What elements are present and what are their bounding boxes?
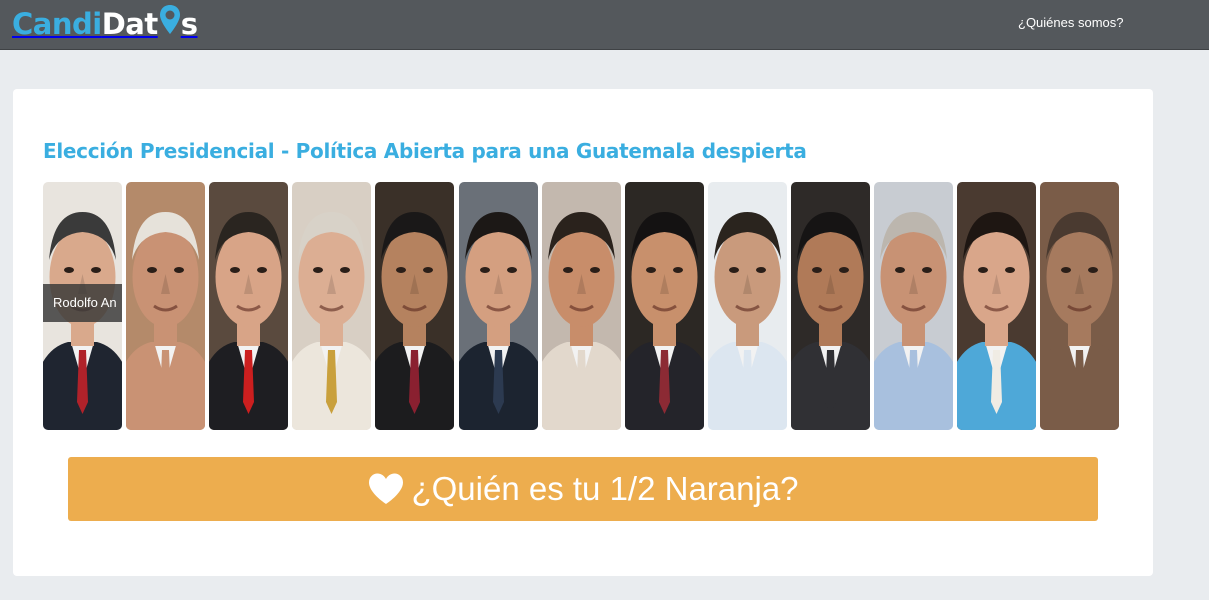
logo-text-candi: Candi <box>12 7 102 41</box>
main-card: Elección Presidencial - Política Abierta… <box>13 89 1153 576</box>
candidate-photo[interactable] <box>791 182 870 430</box>
candidate-photo[interactable] <box>459 182 538 430</box>
candidate-portrait <box>375 182 454 430</box>
candidate-photo[interactable] <box>375 182 454 430</box>
candidate-portrait <box>292 182 371 430</box>
candidate-portrait <box>1040 182 1119 430</box>
heart-icon <box>369 473 404 504</box>
candidate-portrait <box>209 182 288 430</box>
candidate-photo[interactable]: Rodolfo An <box>43 182 122 430</box>
candidate-photo[interactable] <box>1040 182 1119 430</box>
nav-link-about[interactable]: ¿Quiénes somos? <box>1018 15 1124 30</box>
candidate-portrait <box>126 182 205 430</box>
match-quiz-button[interactable]: ¿Quién es tu 1/2 Naranja? <box>68 457 1098 521</box>
navbar: Candi Dat s ¿Quiénes somos? <box>0 0 1209 50</box>
candidate-photo[interactable] <box>126 182 205 430</box>
candidate-photo[interactable] <box>874 182 953 430</box>
logo-text-dat: Dat <box>101 7 159 41</box>
candidate-photo[interactable] <box>542 182 621 430</box>
candidate-name-label: Rodolfo An <box>43 284 122 322</box>
brand-logo[interactable]: Candi Dat s <box>12 4 198 44</box>
candidate-photo[interactable] <box>209 182 288 430</box>
candidate-portrait <box>874 182 953 430</box>
candidate-photo[interactable] <box>625 182 704 430</box>
match-quiz-label: ¿Quién es tu 1/2 Naranja? <box>411 470 799 507</box>
map-pin-icon <box>159 4 181 38</box>
candidate-portrait <box>708 182 787 430</box>
candidate-photo[interactable] <box>957 182 1036 430</box>
candidate-photo[interactable] <box>708 182 787 430</box>
logo-text-s: s <box>180 7 198 41</box>
candidate-portrait <box>791 182 870 430</box>
candidate-portrait <box>625 182 704 430</box>
candidate-portrait <box>459 182 538 430</box>
candidate-photo[interactable] <box>292 182 371 430</box>
candidate-gallery: Rodolfo An <box>43 182 1123 430</box>
candidate-portrait <box>542 182 621 430</box>
candidate-portrait <box>957 182 1036 430</box>
page-title: Elección Presidencial - Política Abierta… <box>43 139 807 163</box>
